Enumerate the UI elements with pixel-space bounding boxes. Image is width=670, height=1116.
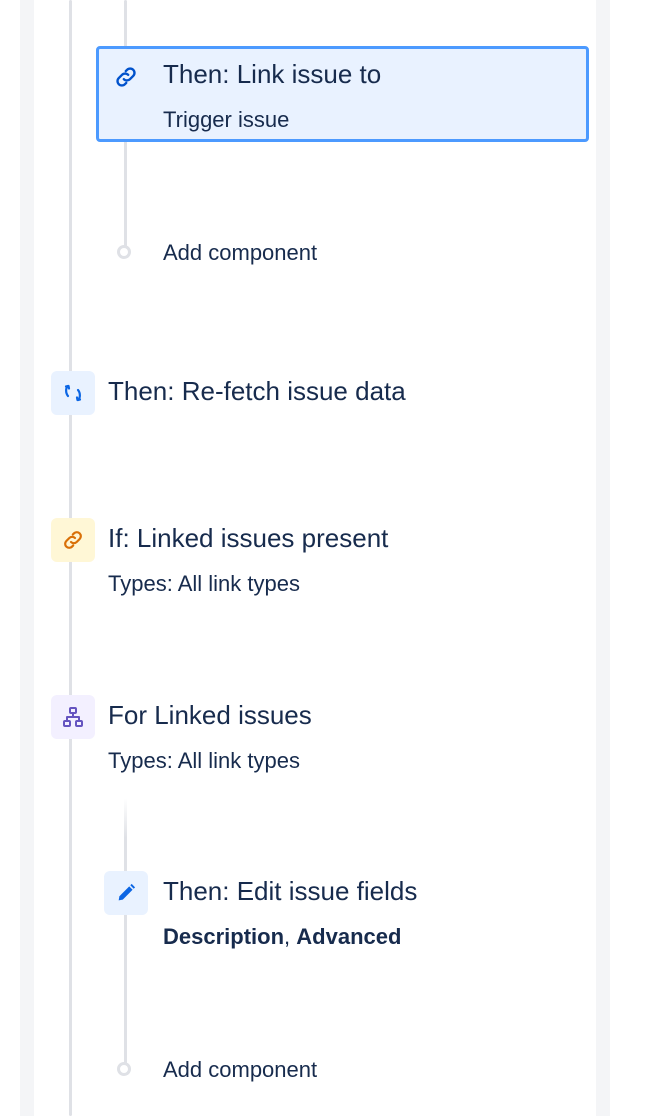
linked-present-title[interactable]: If: Linked issues present	[108, 523, 388, 553]
add-component-node	[117, 1062, 131, 1076]
for-linked-icon-box[interactable]	[51, 695, 95, 739]
linked-present-subtitle: Types: All link types	[108, 571, 300, 596]
add-component-button[interactable]: Add component	[163, 1057, 317, 1083]
for-linked-subtitle: Types: All link types	[108, 748, 300, 773]
right-gutter	[610, 0, 670, 1116]
for-linked-title[interactable]: For Linked issues	[108, 700, 312, 730]
add-component-node	[117, 245, 131, 259]
edit-field-separator: ,	[284, 924, 291, 949]
pencil-icon	[115, 882, 137, 904]
edit-fields-subtitle: Description, Advanced	[163, 924, 401, 950]
link-icon	[113, 64, 139, 90]
link-icon	[61, 528, 85, 552]
refresh-icon	[61, 381, 85, 405]
link-issue-title: Then: Link issue to	[163, 59, 382, 89]
linked-present-icon-box[interactable]	[51, 518, 95, 562]
edit-fields-icon-box[interactable]	[104, 871, 148, 915]
left-gutter	[0, 0, 20, 1116]
refetch-icon-box[interactable]	[51, 371, 95, 415]
link-issue-subtitle: Trigger issue	[163, 107, 290, 132]
edit-fields-title[interactable]: Then: Edit issue fields	[163, 876, 417, 906]
refetch-title[interactable]: Then: Re-fetch issue data	[108, 376, 406, 406]
inner-flow-line-bottom	[124, 798, 127, 1068]
link-issue-icon-box	[104, 55, 148, 99]
branch-icon	[61, 705, 85, 729]
edit-field-description: Description	[163, 924, 285, 949]
edit-field-advanced: Advanced	[296, 924, 402, 949]
add-component-button[interactable]: Add component	[163, 240, 317, 266]
